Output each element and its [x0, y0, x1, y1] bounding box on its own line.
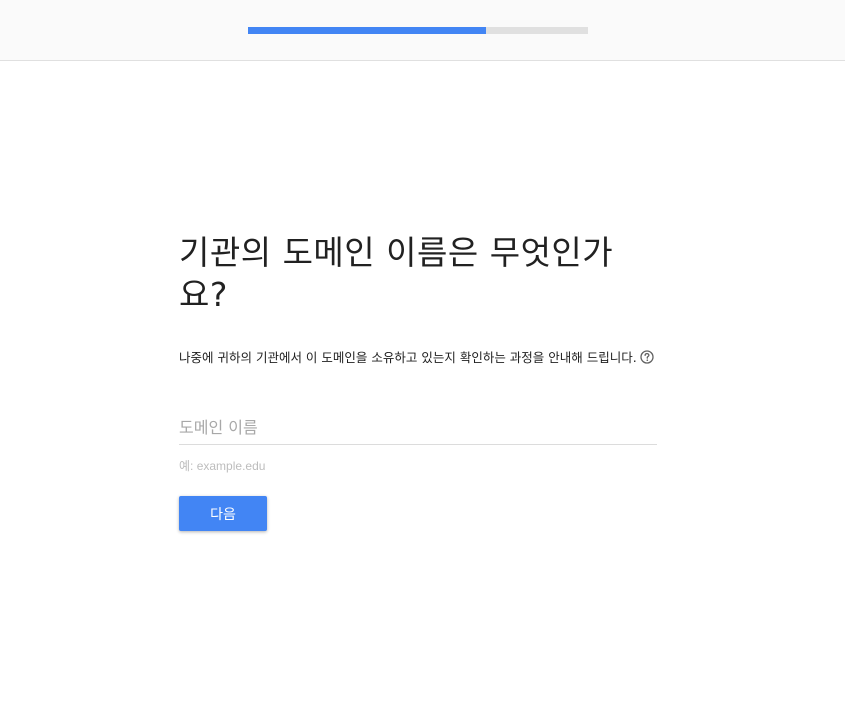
- domain-hint: 예: example.edu: [179, 459, 266, 473]
- description-text: 나중에 귀하의 기관에서 이 도메인을 소유하고 있는지 확인하는 과정을 안내…: [179, 350, 637, 365]
- domain-form: 기관의 도메인 이름은 무엇인가요? 나중에 귀하의 기관에서 이 도메인을 소…: [179, 232, 657, 531]
- next-button[interactable]: 다음: [179, 496, 267, 531]
- progress-bar: [248, 27, 588, 34]
- help-circle-icon[interactable]: [640, 348, 654, 364]
- progress-fill: [248, 27, 486, 34]
- domain-name-input[interactable]: [179, 415, 657, 445]
- page-title: 기관의 도메인 이름은 무엇인가요?: [179, 233, 614, 314]
- top-bar: [0, 0, 845, 61]
- page-description: 나중에 귀하의 기관에서 이 도메인을 소유하고 있는지 확인하는 과정을 안내…: [179, 346, 657, 369]
